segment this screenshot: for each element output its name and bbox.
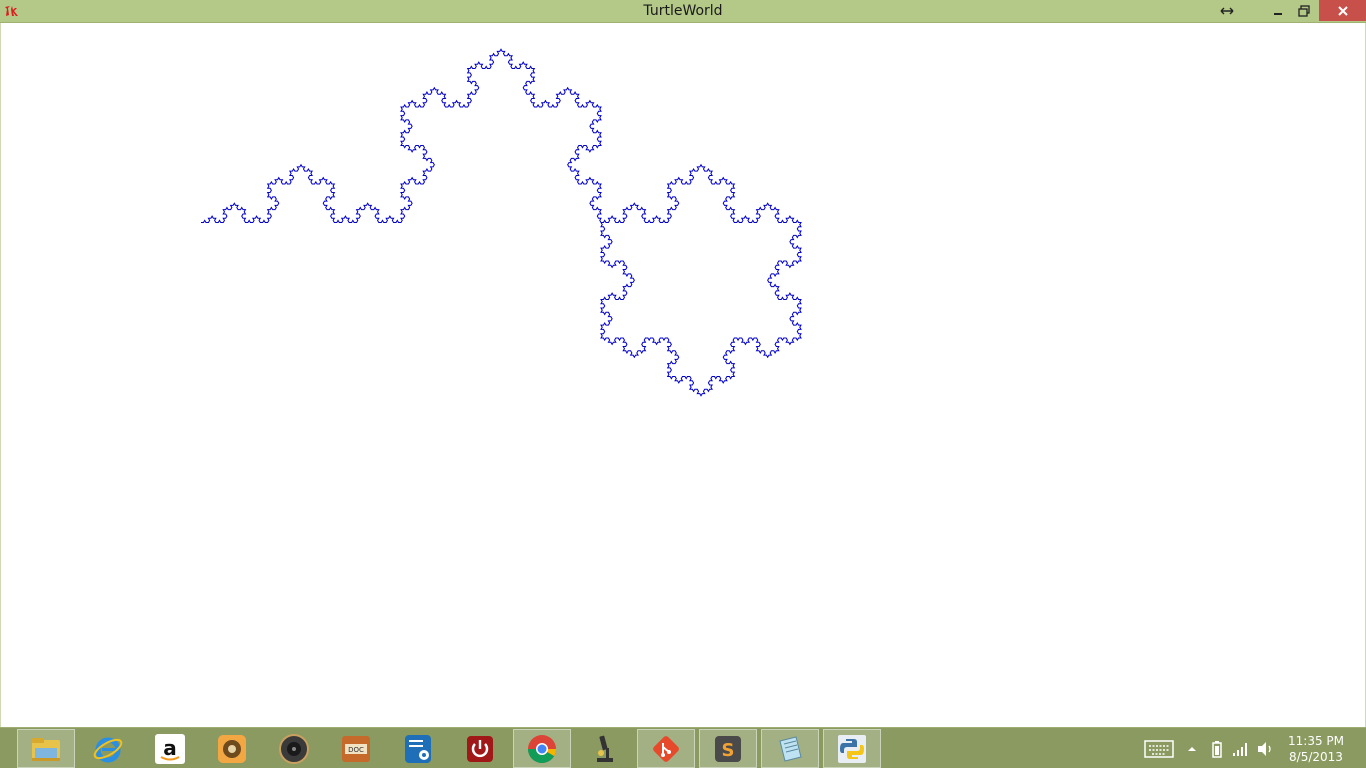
power-icon[interactable] [1207,728,1227,769]
file-explorer-icon[interactable] [17,729,75,768]
internet-explorer-icon[interactable] [79,729,137,768]
clock-time: 11:35 PM [1288,734,1344,748]
chrome-icon[interactable] [513,729,571,768]
clock-date: 8/5/2013 [1289,750,1343,764]
koch-curve-drawing [201,48,802,397]
system-clock[interactable]: 11:35 PM 8/5/2013 [1280,733,1352,765]
speaker-app-icon[interactable] [265,729,323,768]
volume-icon[interactable] [1256,728,1276,769]
close-button[interactable] [1319,0,1366,21]
keyboard-icon[interactable] [1143,728,1175,769]
svg-text:DOC: DOC [348,746,364,754]
minimize-icon [1274,12,1282,15]
restore-button[interactable] [1289,0,1319,21]
amazon-icon[interactable]: a [141,729,199,768]
title-bar[interactable]: TurtleWorld [0,0,1366,23]
taskbar: a DOC S 11:35 PM 8/5/2013 [0,727,1366,768]
doc-app-icon[interactable]: DOC [327,729,385,768]
turtle-canvas[interactable] [0,23,1366,727]
resize-icon[interactable] [1212,0,1242,21]
power-app-icon[interactable] [451,729,509,768]
settings-app-icon[interactable] [389,729,447,768]
koch-curve-path [201,48,802,397]
window-title: TurtleWorld [643,3,723,19]
svg-text:S: S [722,740,735,761]
show-hidden-icons-arrow[interactable] [1184,728,1200,769]
git-icon[interactable] [637,729,695,768]
notepad-icon[interactable] [761,729,819,768]
svg-text:a: a [163,736,177,760]
audio-app-icon[interactable] [203,729,261,768]
python-icon[interactable] [823,729,881,768]
close-icon [1337,5,1348,16]
microscope-icon[interactable] [575,729,633,768]
restore-icon [1298,4,1310,17]
sublime-text-icon[interactable]: S [699,729,757,768]
network-signal-icon[interactable] [1231,728,1251,769]
